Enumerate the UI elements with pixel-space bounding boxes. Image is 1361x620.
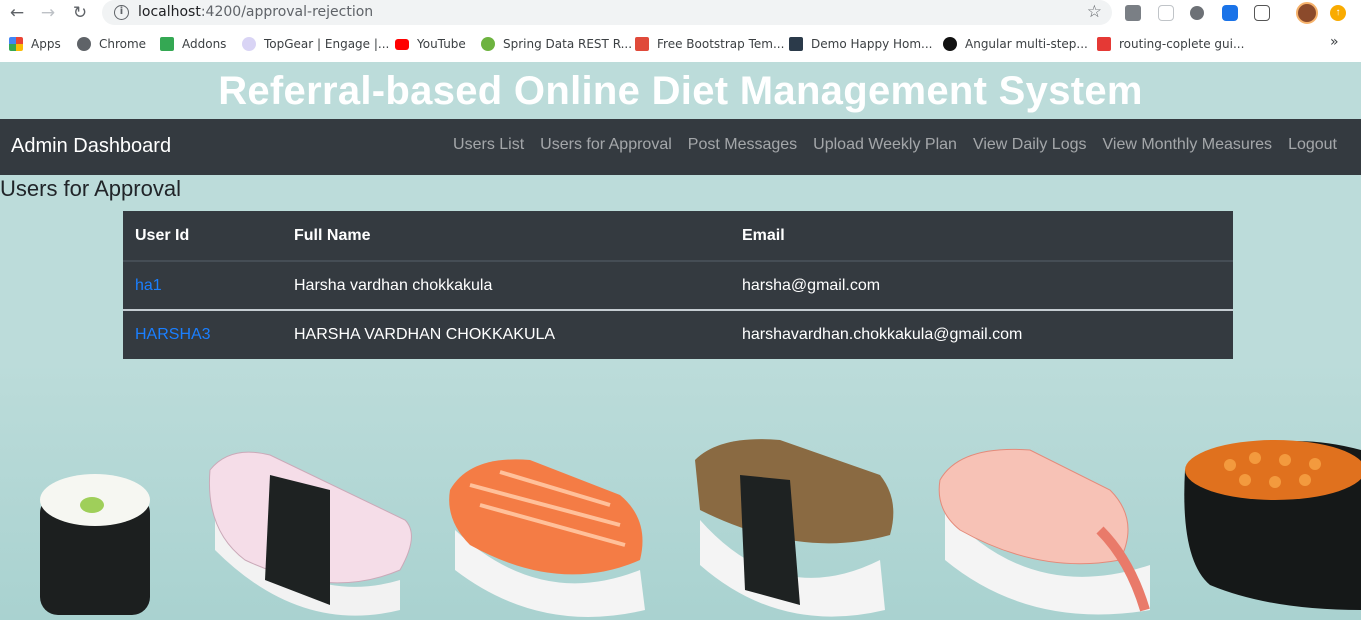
bookmark-chrome[interactable]: Chrome [77,36,146,52]
bookmark-spring[interactable]: Spring Data REST R... [481,36,632,52]
info-icon[interactable]: i [114,5,129,20]
nav-post-messages[interactable]: Post Messages [688,136,797,154]
puzzle-icon [160,37,174,51]
update-icon[interactable]: ↑ [1330,5,1346,21]
forward-arrow-icon[interactable]: → [38,3,58,23]
circle-extension-icon[interactable] [1190,6,1204,20]
blue-extension-icon[interactable] [1222,5,1238,21]
profile-avatar[interactable] [1296,2,1318,24]
frame-extension-icon[interactable] [1158,5,1174,21]
column-header-email: Email [730,211,1233,262]
g-icon [943,37,957,51]
c-extension-icon[interactable] [1254,5,1270,21]
bookmark-label: Apps [31,37,61,51]
navbar: Admin Dashboard Users List Users for App… [0,119,1361,175]
column-header-full-name: Full Name [282,211,730,262]
reload-icon[interactable]: ↻ [70,3,90,23]
bookmark-bootstrap[interactable]: Free Bootstrap Tem... [635,36,784,52]
nav-view-daily-logs[interactable]: View Daily Logs [973,136,1087,154]
bookmark-label: Spring Data REST R... [503,37,633,51]
youtube-icon [395,38,409,50]
page-title: Referral-based Online Diet Management Sy… [218,69,1143,113]
bookmark-label: YouTube [417,37,466,51]
section-title: Users for Approval [0,176,181,201]
url-host: localhost [138,4,201,20]
browser-chrome: ← → ↻ i localhost:4200/approval-rejectio… [0,0,1361,62]
bookmark-label: routing-coplete gui... [1119,37,1245,51]
cell-email: harsha@gmail.com [730,260,1233,310]
cube-extension-icon[interactable] [1125,5,1141,21]
nav-users-list[interactable]: Users List [453,136,524,154]
bookmark-routing[interactable]: routing-coplete gui... [1097,36,1244,52]
maki-roll-illustration [40,474,150,615]
bookmark-demo[interactable]: Demo Happy Hom... [789,36,933,52]
bookmark-label: Angular multi-step... [965,37,1088,51]
spring-icon [481,37,495,51]
bookmark-label: Chrome [99,37,147,51]
routing-icon [1097,37,1111,51]
w3-icon [789,37,803,51]
address-bar[interactable]: i localhost:4200/approval-rejection ☆ [102,0,1112,25]
bookmark-youtube[interactable]: YouTube [395,36,466,52]
bookmark-angular[interactable]: Angular multi-step... [943,36,1088,52]
bookmark-label: Demo Happy Hom... [811,37,933,51]
bookmark-addons[interactable]: Addons [160,36,226,52]
bookmark-label: Addons [182,37,227,51]
url-path: :4200/approval-rejection [200,4,374,20]
bookmarks-more-icon[interactable]: » [1330,34,1339,50]
bookmark-label: Free Bootstrap Tem... [657,37,785,51]
nav-upload-weekly-plan[interactable]: Upload Weekly Plan [813,136,957,154]
navbar-brand[interactable]: Admin Dashboard [11,135,171,158]
cell-user-id: HARSHA3 [123,309,282,359]
user-id-link[interactable]: ha1 [135,277,162,294]
nav-users-for-approval[interactable]: Users for Approval [540,136,672,154]
cell-user-id: ha1 [123,260,282,310]
table-row: ha1 Harsha vardhan chokkakula harsha@gma… [123,260,1233,310]
column-header-user-id: User Id [123,211,282,262]
bookmarks-bar: Apps Chrome Addons TopGear | Engage |...… [0,32,1361,56]
sushi-background-illustration [0,360,1361,620]
chrome-icon [77,37,91,51]
nav-logout[interactable]: Logout [1288,136,1337,154]
bookmark-label: TopGear | Engage |... [264,37,390,51]
topgear-icon [242,37,256,51]
bootstrap-s-icon [635,37,649,51]
cell-full-name: Harsha vardhan chokkakula [282,260,730,310]
nav-view-monthly-measures[interactable]: View Monthly Measures [1103,136,1273,154]
apps-grid-icon [9,37,23,51]
bookmark-apps[interactable]: Apps [9,36,61,52]
back-arrow-icon[interactable]: ← [7,3,27,23]
table-header-row: User Id Full Name Email [123,211,1233,262]
approval-table: User Id Full Name Email ha1 Harsha vardh… [123,211,1233,359]
bookmark-topgear[interactable]: TopGear | Engage |... [242,36,389,52]
url-text[interactable]: localhost:4200/approval-rejection [138,4,373,20]
nav-links: Users List Users for Approval Post Messa… [453,136,1337,154]
site-header: Referral-based Online Diet Management Sy… [0,62,1361,119]
cell-full-name: HARSHA VARDHAN CHOKKAKULA [282,309,730,359]
table-row: HARSHA3 HARSHA VARDHAN CHOKKAKULA harsha… [123,309,1233,359]
user-id-link[interactable]: HARSHA3 [135,326,211,343]
browser-toolbar: ← → ↻ i localhost:4200/approval-rejectio… [0,0,1361,26]
cell-email: harshavardhan.chokkakula@gmail.com [730,309,1233,359]
bookmark-star-icon[interactable]: ☆ [1087,2,1102,22]
gunkan-roe-illustration [1184,440,1361,610]
